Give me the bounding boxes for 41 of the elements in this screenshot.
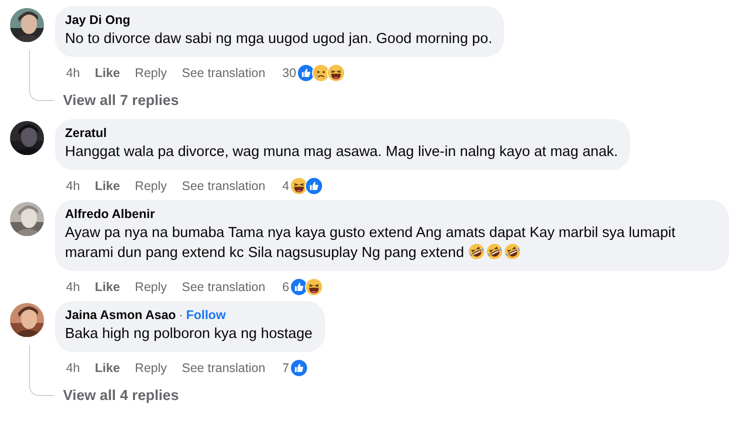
see-translation-link[interactable]: See translation — [182, 280, 266, 294]
timestamp[interactable]: 4h — [66, 66, 80, 80]
laughing-face-icon — [327, 64, 346, 82]
reaction-count[interactable]: 7 — [282, 361, 290, 375]
like-icon — [290, 359, 308, 377]
comment-text: Ayaw pa nya na bumaba Tama nya kaya gusto extend Ang amats dapat Kay marbil sya lumapit marami dun pang extend kc Sila nagsusuplay Ng pang extend — [65, 224, 676, 263]
reply-link[interactable]: Reply — [134, 66, 167, 80]
author-name[interactable]: Jay Di Ong — [65, 13, 130, 27]
laughing-face-icon — [305, 278, 324, 296]
like-link[interactable]: Like — [94, 280, 120, 294]
laughing-emoji-icon — [504, 243, 522, 260]
see-translation-link[interactable]: See translation — [182, 179, 266, 193]
reaction-count[interactable]: 6 — [282, 280, 290, 294]
author-name[interactable]: Jaina Asmon Asao — [65, 308, 176, 322]
see-translation-link[interactable]: See translation — [182, 66, 266, 80]
reaction-count[interactable]: 30 — [282, 66, 296, 80]
author-name[interactable]: Alfredo Albenir — [65, 207, 155, 221]
comment-text: No to divorce daw sabi ng mga uugod ugod jan. Good morning po. — [65, 30, 492, 49]
view-replies-link[interactable]: View all 7 replies — [55, 83, 179, 115]
laughing-emoji-icon — [468, 243, 486, 260]
like-icon — [305, 177, 324, 195]
reply-link[interactable]: Reply — [134, 280, 167, 294]
comment-text: Hanggat wala pa divorce, wag muna mag asawa. Mag live-in nalng kayo at mag anak. — [65, 143, 618, 162]
follow-link[interactable]: Follow — [186, 308, 226, 322]
reaction-count[interactable]: 4 — [282, 179, 290, 193]
timestamp[interactable]: 4h — [66, 179, 80, 193]
like-link[interactable]: Like — [94, 179, 120, 193]
thread-line — [29, 50, 54, 101]
timestamp[interactable]: 4h — [66, 280, 80, 294]
view-replies-link[interactable]: View all 4 replies — [55, 378, 179, 410]
reply-link[interactable]: Reply — [134, 361, 167, 375]
see-translation-link[interactable]: See translation — [182, 361, 266, 375]
separator-dot: · — [178, 308, 184, 322]
reply-link[interactable]: Reply — [134, 179, 167, 193]
laughing-emoji-icon — [486, 243, 504, 260]
timestamp[interactable]: 4h — [66, 361, 80, 375]
like-link[interactable]: Like — [94, 361, 120, 375]
thread-line — [29, 345, 54, 396]
like-link[interactable]: Like — [94, 66, 120, 80]
author-name[interactable]: Zeratul — [65, 126, 107, 140]
comment-text: Baka high ng polboron kya ng hostage — [65, 325, 312, 344]
